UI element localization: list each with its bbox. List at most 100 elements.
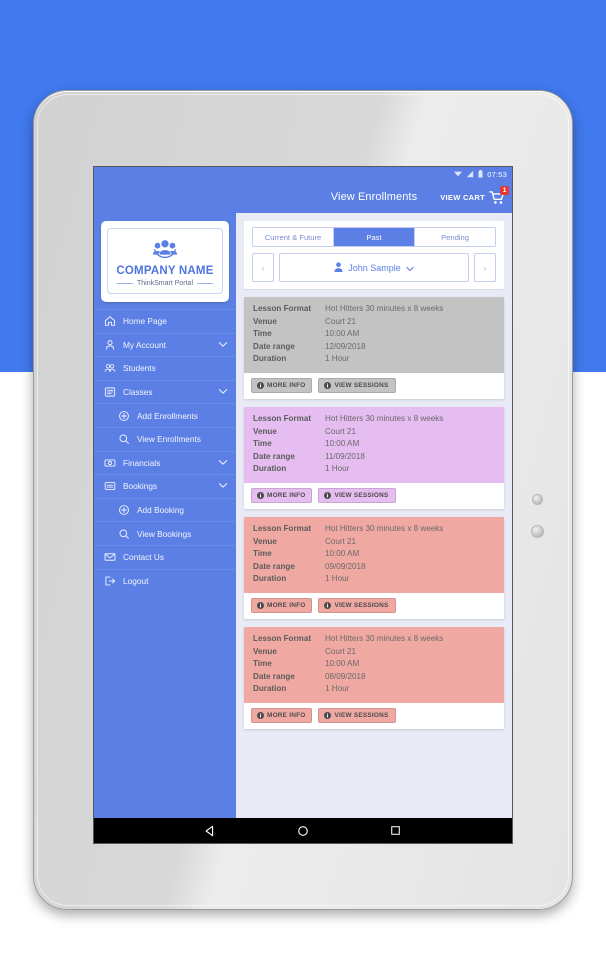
more-info-label: MORE INFO <box>267 491 306 499</box>
view-sessions-label: VIEW SESSIONS <box>334 491 389 499</box>
view-sessions-button[interactable]: VIEW SESSIONS <box>318 707 396 723</box>
detail-value: 1 Hour <box>325 574 350 584</box>
sidebar-item-label: View Enrollments <box>137 434 201 445</box>
detail-value: Court 21 <box>325 536 357 546</box>
sidebar-logo: COMPANY NAME ThinkSmart Portal <box>94 213 236 309</box>
detail-row: Lesson Format Hot Hitters 30 minutes x 8 … <box>253 523 495 536</box>
more-info-label: MORE INFO <box>267 601 306 609</box>
detail-value: Hot Hitters 30 minutes x 8 weeks <box>325 523 444 533</box>
sidebar-item-label: Add Enrollments <box>137 410 198 421</box>
sidebar-item-label: Logout <box>123 575 149 586</box>
detail-label: Date range <box>253 451 295 461</box>
view-sessions-button[interactable]: VIEW SESSIONS <box>318 597 396 613</box>
enrollment-card-body: Lesson Format Hot Hitters 30 minutes x 8 … <box>244 406 504 483</box>
view-sessions-button[interactable]: VIEW SESSIONS <box>318 377 396 393</box>
tab-past[interactable]: Past <box>334 228 415 246</box>
company-name: COMPANY NAME <box>116 265 214 277</box>
detail-value: Hot Hitters 30 minutes x 8 weeks <box>325 304 444 313</box>
logo-subtitle: ThinkSmart Portal <box>112 280 218 287</box>
sidebar-item-financials[interactable]: Financials <box>94 450 236 475</box>
sidebar-item-my-account[interactable]: My Account <box>94 332 236 357</box>
view-sessions-label: VIEW SESSIONS <box>334 601 389 609</box>
sidebar-item-label: Financials <box>123 457 161 468</box>
sidebar-item-label: Bookings <box>123 481 158 492</box>
detail-label: Duration <box>253 684 287 694</box>
detail-label: Lesson Format <box>253 413 312 423</box>
status-bar-clock: 07:53 <box>487 169 507 179</box>
detail-row: Lesson Format Hot Hitters 30 minutes x 8 … <box>253 303 495 316</box>
plus-circle-icon <box>117 409 130 422</box>
shopping-cart-icon: 1 <box>489 185 509 205</box>
view-sessions-button[interactable]: VIEW SESSIONS <box>318 487 396 503</box>
sidebar-item-home-page[interactable]: Home Page <box>94 309 236 333</box>
home-circle-icon[interactable] <box>296 824 309 837</box>
enrollment-card: Lesson Format Hot Hitters 30 minutes x 8 … <box>244 406 504 509</box>
enrollment-card: Lesson Format Hot Hitters 30 minutes x 8 … <box>244 297 504 399</box>
detail-value: Hot Hitters 30 minutes x 8 weeks <box>325 633 444 643</box>
detail-label: Date range <box>253 561 295 571</box>
sidebar-item-label: View Bookings <box>137 528 192 539</box>
sidebar-item-add-booking[interactable]: Add Booking <box>94 497 236 522</box>
info-icon <box>257 381 264 389</box>
detail-row: Date range 08/09/2018 <box>253 671 495 684</box>
detail-label: Time <box>253 549 272 559</box>
detail-value: 10:00 AM <box>325 329 360 339</box>
detail-row: Time 10:00 AM <box>253 548 495 561</box>
detail-value: Court 21 <box>325 646 357 656</box>
sidebar-item-view-enrollments[interactable]: View Enrollments <box>94 426 236 451</box>
sidebar-item-label: Home Page <box>123 316 167 327</box>
detail-value: 10:00 AM <box>325 439 360 449</box>
sidebar-item-logout[interactable]: Logout <box>94 568 236 593</box>
more-info-button[interactable]: MORE INFO <box>251 487 313 503</box>
more-info-button[interactable]: MORE INFO <box>251 597 313 613</box>
detail-value: 12/09/2018 <box>325 341 366 351</box>
enrollment-card-body: Lesson Format Hot Hitters 30 minutes x 8 … <box>244 626 504 703</box>
detail-value: Hot Hitters 30 minutes x 8 weeks <box>325 413 444 423</box>
list-icon <box>103 386 116 399</box>
chevron-down-icon[interactable] <box>218 481 228 491</box>
back-triangle-icon[interactable] <box>204 824 217 837</box>
detail-label: Date range <box>253 341 295 351</box>
info-icon <box>324 381 332 389</box>
view-cart-button[interactable]: VIEW CART 1 <box>440 185 509 205</box>
tab-current-future[interactable]: Current & Future <box>253 228 334 246</box>
tab-pending[interactable]: Pending <box>415 228 495 246</box>
plus-circle-icon <box>117 504 130 517</box>
info-icon <box>324 491 332 499</box>
detail-label: Venue <box>253 316 277 326</box>
book-list-icon <box>103 480 116 493</box>
more-info-label: MORE INFO <box>267 711 306 719</box>
student-select[interactable]: John Sample <box>279 253 469 282</box>
android-nav-bar <box>94 818 512 843</box>
sidebar-item-classes[interactable]: Classes <box>94 379 236 404</box>
enrollment-card-actions: MORE INFO VIEW SESSIONS <box>244 482 504 509</box>
sidebar-item-label: Contact Us <box>123 552 165 563</box>
detail-value: 09/09/2018 <box>325 561 366 571</box>
more-info-button[interactable]: MORE INFO <box>251 707 313 723</box>
sidebar-item-bookings[interactable]: Bookings <box>94 474 236 498</box>
next-student-button[interactable]: › <box>474 253 496 282</box>
detail-value: 1 Hour <box>325 464 350 474</box>
view-sessions-label: VIEW SESSIONS <box>334 711 389 719</box>
sidebar-item-add-enrollments[interactable]: Add Enrollments <box>94 403 236 427</box>
detail-label: Lesson Format <box>253 304 312 313</box>
sidebar-item-label: Students <box>123 363 156 374</box>
sidebar-item-view-bookings[interactable]: View Bookings <box>94 521 236 545</box>
sidebar-item-contact-us[interactable]: Contact Us <box>94 544 236 569</box>
more-info-button[interactable]: MORE INFO <box>251 377 313 393</box>
enrollment-card-actions: MORE INFO VIEW SESSIONS <box>244 702 504 729</box>
bezel-camera-icon <box>531 525 544 538</box>
chevron-down-icon[interactable] <box>218 340 228 350</box>
detail-row: Time 10:00 AM <box>253 328 495 341</box>
info-icon <box>257 711 264 719</box>
logo-subtitle-text: ThinkSmart Portal <box>136 280 194 287</box>
chevron-down-icon[interactable] <box>218 387 228 397</box>
sidebar-item-students[interactable]: Students <box>94 356 236 380</box>
enrollment-card: Lesson Format Hot Hitters 30 minutes x 8 … <box>244 516 504 619</box>
money-icon <box>103 456 116 469</box>
detail-label: Lesson Format <box>253 523 312 533</box>
recents-square-icon[interactable] <box>389 824 402 837</box>
battery-icon <box>478 170 483 178</box>
prev-student-button[interactable]: ‹ <box>252 253 274 282</box>
chevron-down-icon[interactable] <box>218 458 228 468</box>
